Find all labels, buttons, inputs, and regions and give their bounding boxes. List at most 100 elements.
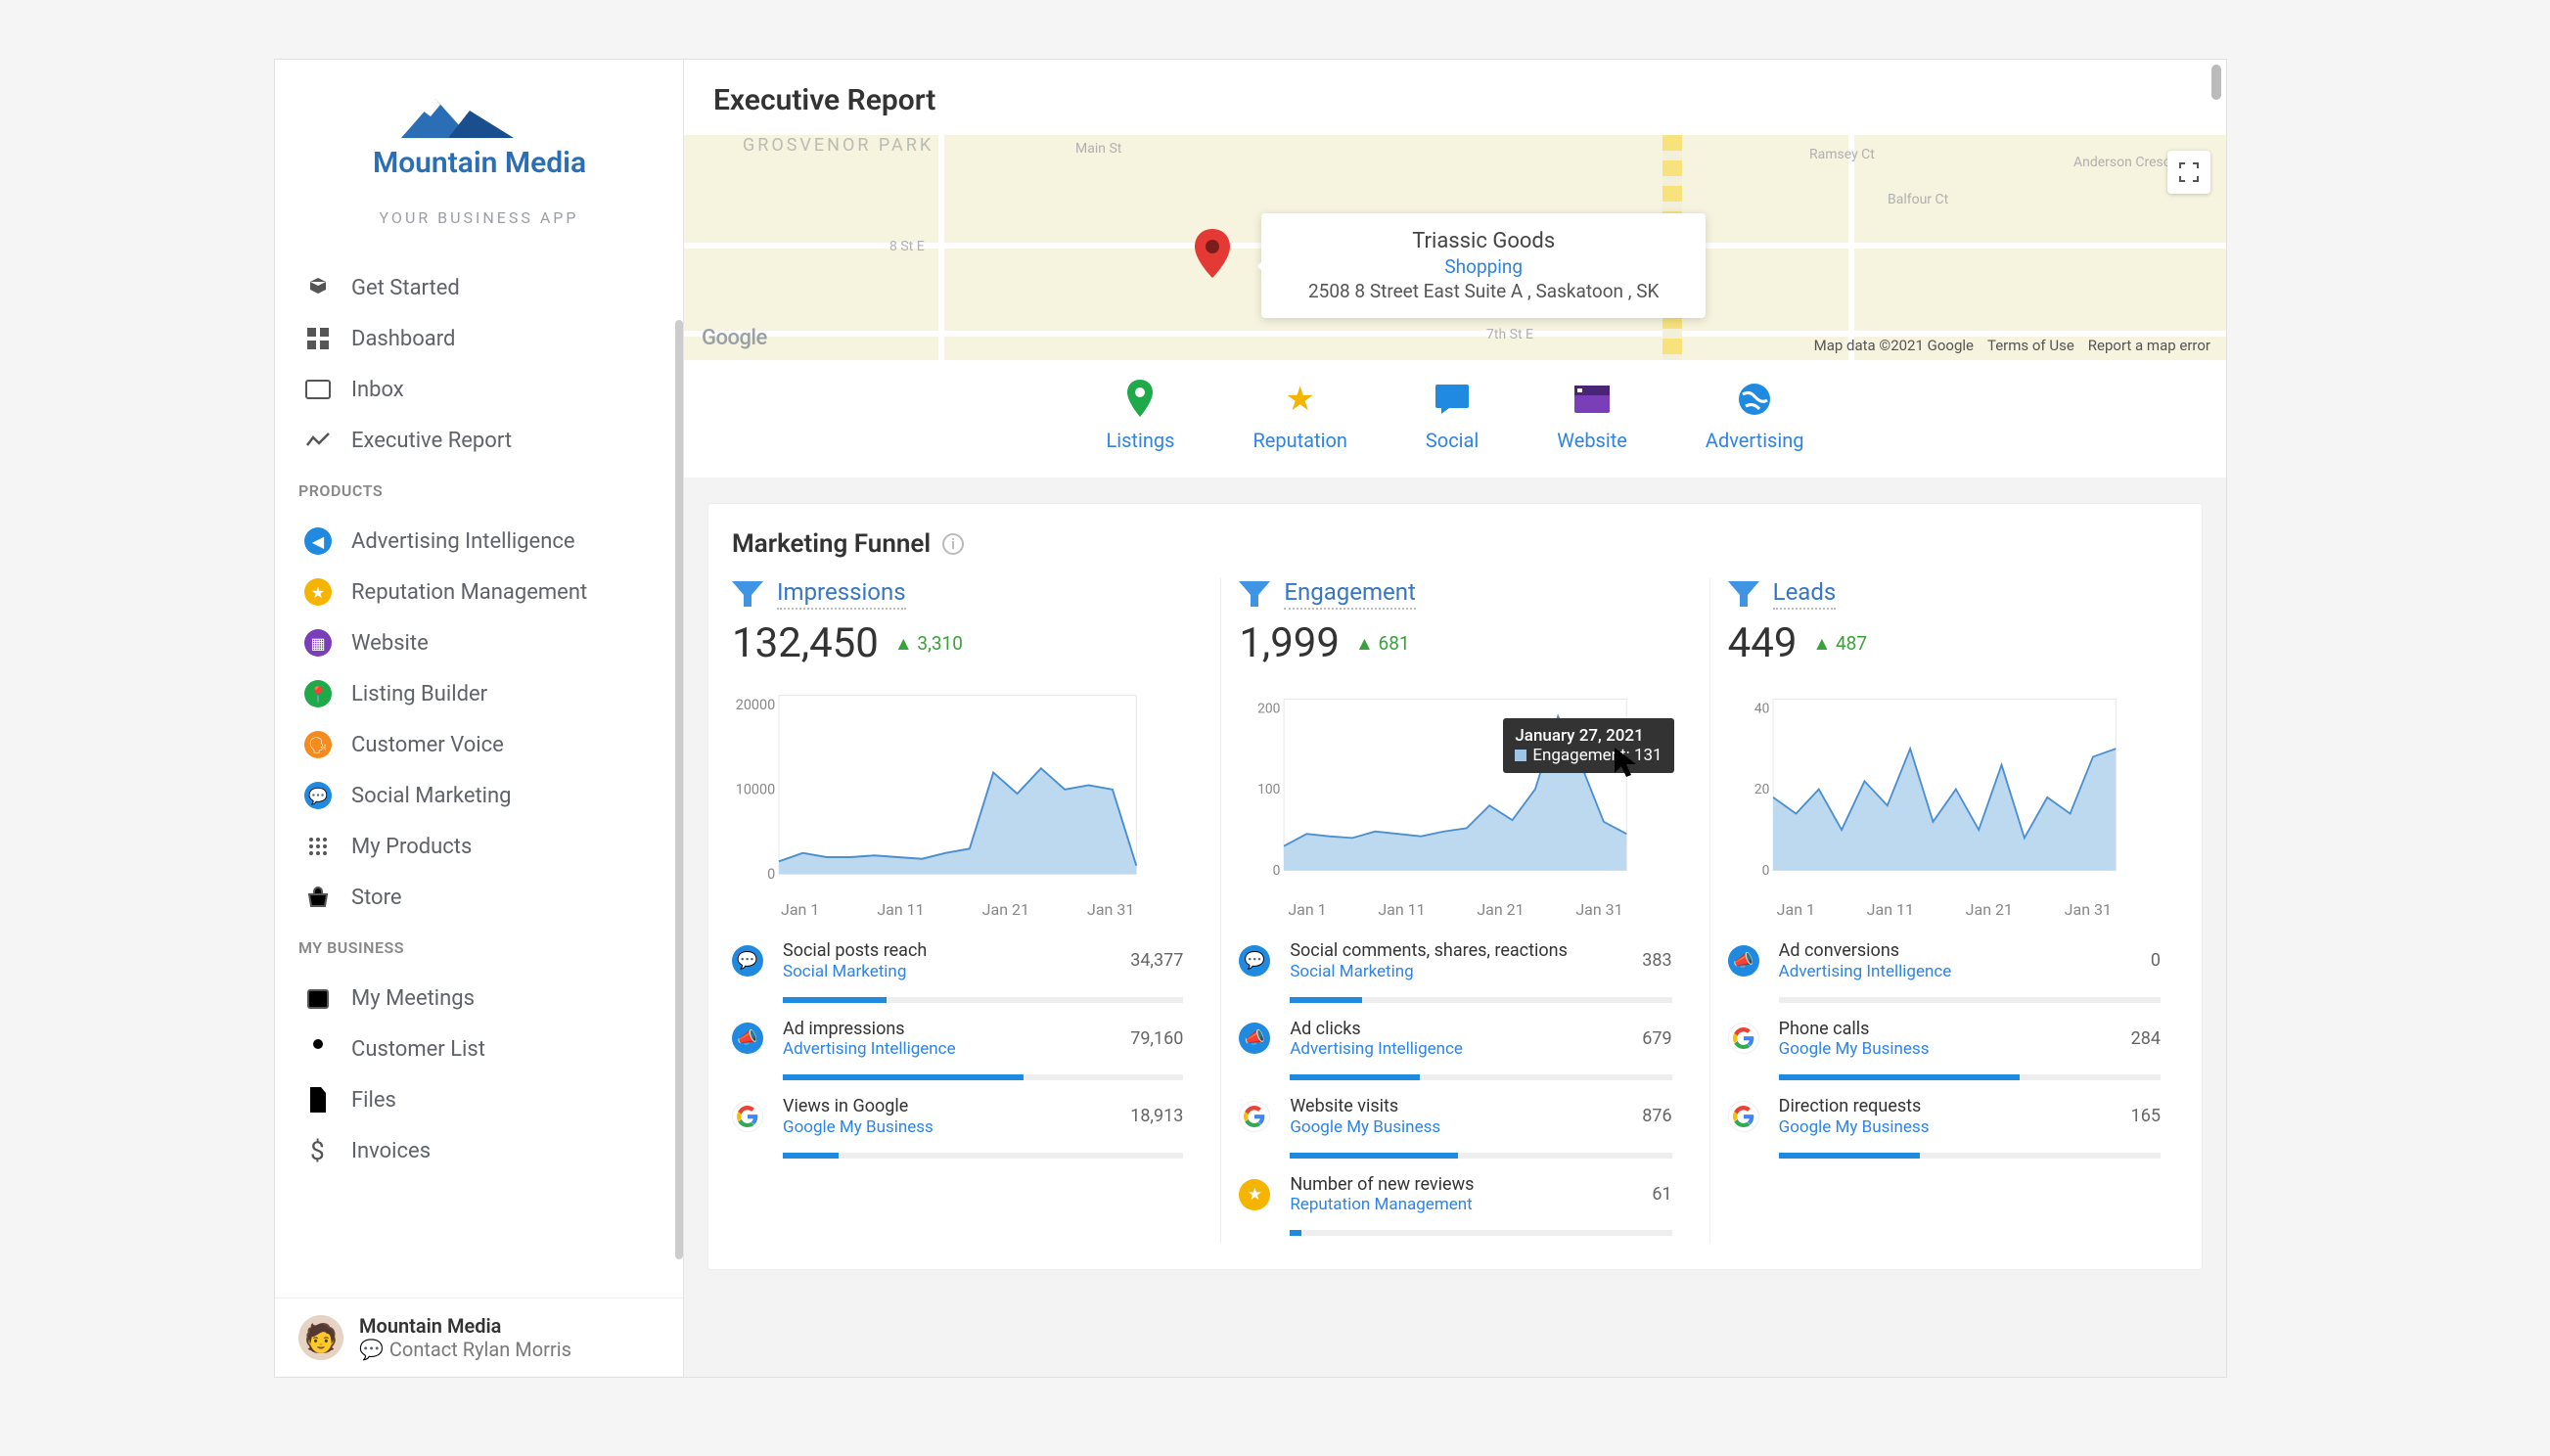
tab-advertising[interactable]: Advertising [1706,378,1804,452]
funnel-total: 1,999 [1239,619,1340,667]
svg-text:$: $ [310,1138,325,1163]
sidebar-item-label: Files [351,1088,396,1113]
metric-row[interactable]: ★ Number of new reviews Reputation Manag… [1239,1166,1671,1245]
sidebar-item-label: Listing Builder [351,682,487,706]
svg-text:0: 0 [1761,863,1769,879]
metric-source: Social Marketing [783,962,1118,981]
metric-name: Social posts reach [783,940,1118,962]
funnel-delta: ▲ 681 [1355,632,1410,656]
metric-bar [783,1153,1183,1159]
tab-listings[interactable]: Listings [1106,378,1174,452]
metric-value: 79,160 [1130,1028,1183,1049]
funnel-title[interactable]: Impressions [777,578,906,610]
sidebar-item-website[interactable]: ▦Website [275,617,683,668]
sidebar-item-reputation-management[interactable]: ★Reputation Management [275,567,683,617]
x-axis: Jan 1Jan 11Jan 21Jan 31 [732,896,1183,919]
nav-icon [304,427,332,454]
sidebar-item-label: My Products [351,835,472,859]
map-pin-icon [1193,229,1232,284]
category-tabs: Listings ★ Reputation Social Website [684,360,2226,478]
metric-row[interactable]: Direction requests Google My Business 16… [1728,1088,2161,1166]
business-category[interactable]: Shopping [1308,255,1659,278]
sidebar-item-label: Inbox [351,378,404,402]
nav-icon [304,325,332,352]
svg-text:Mountain Media: Mountain Media [372,146,585,180]
funnel-title[interactable]: Leads [1773,578,1837,610]
tab-social[interactable]: Social [1426,378,1479,452]
sidebar-item-invoices[interactable]: $ Invoices [275,1125,683,1176]
funnel-card-engagement: Engagement 1,999 ▲ 681 0100200 January 2… [1220,578,1689,1244]
metric-bar [1290,1074,1671,1080]
sidebar-item-dashboard[interactable]: Dashboard [275,313,683,364]
contact-action: 💬 Contact Rylan Morris [359,1338,571,1361]
svg-text:200: 200 [1257,701,1280,716]
svg-text:20000: 20000 [736,697,775,713]
funnel-chart[interactable]: 01000020000 Jan 1Jan 11Jan 21Jan 31 [732,677,1183,919]
metric-source: Advertising Intelligence [1779,962,2139,981]
product-icon: 💬 [304,782,332,809]
sidebar-item-files[interactable]: Files [275,1074,683,1125]
metric-row[interactable]: Phone calls Google My Business 284 [1728,1011,2161,1089]
sidebar-item-store[interactable]: Store [275,872,683,923]
sidebar-item-get-started[interactable]: Get Started [275,262,683,313]
star-icon: ★ [1279,378,1322,421]
tab-website[interactable]: Website [1557,378,1627,452]
funnel-icon [732,581,763,607]
metric-row[interactable]: Website visits Google My Business 876 [1239,1088,1671,1166]
fullscreen-button[interactable] [2167,151,2210,194]
metric-icon: 📣 [732,1023,763,1054]
funnel-icon [1239,581,1270,607]
funnel-delta: ▲ 487 [1812,632,1867,656]
metric-source: Google My Business [1779,1039,2119,1059]
sidebar-item-customer-voice[interactable]: 🗣Customer Voice [275,719,683,770]
funnel-chart[interactable]: 0100200 January 27, 2021 Engagement: 131… [1239,677,1671,919]
map-info-card: Triassic Goods Shopping 2508 8 Street Ea… [1261,213,1706,318]
metric-name: Ad clicks [1290,1019,1630,1040]
business-map[interactable]: GROSVENOR PARK 8 St E 7th St E Main St R… [684,135,2226,360]
nav-icon [304,274,332,301]
page-scrollbar[interactable] [2211,65,2221,100]
sidebar-item-executive-report[interactable]: Executive Report [275,415,683,466]
nav-icon: $ [304,1137,332,1164]
funnel-icon [1728,581,1759,607]
sidebar-item-label: Executive Report [351,429,512,453]
x-axis: Jan 1Jan 11Jan 21Jan 31 [1239,896,1671,919]
sidebar-item-my-products[interactable]: My Products [275,821,683,872]
metric-row[interactable]: 💬 Social posts reach Social Marketing 34… [732,933,1183,1011]
funnel-card-leads: Leads 449 ▲ 487 02040 Jan 1Jan 11Jan 21J… [1709,578,2178,1244]
sidebar-item-customer-list[interactable]: Customer List [275,1024,683,1074]
google-logo: Google [702,326,767,350]
metric-name: Ad impressions [783,1019,1118,1040]
terms-link[interactable]: Terms of Use [1987,337,2074,354]
sidebar-item-label: Dashboard [351,327,455,351]
sidebar-item-label: Advertising Intelligence [351,529,575,554]
tab-reputation[interactable]: ★ Reputation [1252,378,1346,452]
sidebar-scrollbar[interactable] [675,320,683,1259]
sidebar-item-advertising-intelligence[interactable]: ◀Advertising Intelligence [275,516,683,567]
metric-bar [1779,1153,2161,1159]
nav-icon [304,376,332,403]
product-icon: ★ [304,578,332,606]
info-icon[interactable]: i [942,533,964,555]
report-error-link[interactable]: Report a map error [2088,337,2210,354]
funnel-title[interactable]: Engagement [1284,578,1416,610]
metric-row[interactable]: Views in Google Google My Business 18,91… [732,1088,1183,1166]
metric-value: 876 [1642,1106,1671,1126]
svg-text:100: 100 [1257,782,1280,797]
funnel-chart[interactable]: 02040 Jan 1Jan 11Jan 21Jan 31 [1728,677,2161,919]
sidebar-item-my-meetings[interactable]: My Meetings [275,973,683,1024]
sidebar-item-listing-builder[interactable]: 📍Listing Builder [275,668,683,719]
contact-card[interactable]: 🧑 Mountain Media 💬 Contact Rylan Morris [275,1297,683,1377]
metric-bar [1290,997,1671,1003]
metric-row[interactable]: 📣 Ad clicks Advertising Intelligence 679 [1239,1011,1671,1089]
metric-row[interactable]: 💬 Social comments, shares, reactions Soc… [1239,933,1671,1011]
metric-row[interactable]: 📣 Ad impressions Advertising Intelligenc… [732,1011,1183,1089]
metric-name: Direction requests [1779,1096,2119,1117]
browser-icon [1571,378,1614,421]
chat-icon [1431,378,1474,421]
sidebar-item-social-marketing[interactable]: 💬Social Marketing [275,770,683,821]
svg-text:0: 0 [767,866,775,883]
metric-list: 💬 Social comments, shares, reactions Soc… [1239,933,1671,1244]
nav-icon [304,1086,332,1114]
sidebar-item-inbox[interactable]: Inbox [275,364,683,415]
